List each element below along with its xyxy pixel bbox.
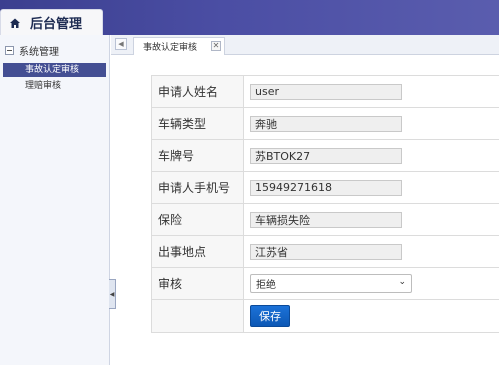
review-select-value: 拒绝 <box>256 280 276 291</box>
vehicle-type-field[interactable] <box>250 115 402 132</box>
field-label: 车牌号 <box>151 140 244 171</box>
home-icon <box>9 17 21 29</box>
review-form: 申请人姓名 车辆类型 车牌号 申请人手机号 保险 出事地点 审核 拒绝 ⌄ 保存 <box>151 75 499 333</box>
app-title: 后台管理 <box>30 17 83 32</box>
sidebar-toggle-handle[interactable]: ◀ <box>109 279 116 309</box>
top-header: 后台管理 <box>0 0 499 35</box>
field-label: 申请人手机号 <box>151 172 244 203</box>
form-row-plate-number: 车牌号 <box>151 139 499 171</box>
save-button[interactable]: 保存 <box>250 305 290 327</box>
collapse-icon[interactable] <box>5 45 14 55</box>
phone-field[interactable] <box>250 179 402 196</box>
field-label: 车辆类型 <box>151 108 244 139</box>
form-row-applicant-name: 申请人姓名 <box>151 75 499 107</box>
home-tab[interactable]: 后台管理 <box>0 9 103 35</box>
sidebar-item-accident-review[interactable]: 事故认定审核 <box>3 63 106 77</box>
tab-accident-review[interactable]: 事故认定审核 ✕ <box>133 37 225 55</box>
field-label: 申请人姓名 <box>151 76 244 107</box>
tab-label: 事故认定审核 <box>143 43 198 53</box>
form-row-insurance: 保险 <box>151 203 499 235</box>
sidebar-group-system[interactable]: 系统管理 <box>0 37 109 63</box>
form-row-vehicle-type: 车辆类型 <box>151 107 499 139</box>
form-row-phone: 申请人手机号 <box>151 171 499 203</box>
tab-scroll-left-icon[interactable]: ◀ <box>115 38 127 50</box>
chevron-down-icon: ⌄ <box>398 277 406 287</box>
location-field[interactable] <box>250 243 402 260</box>
form-row-location: 出事地点 <box>151 235 499 267</box>
sidebar-group-label: 系统管理 <box>19 46 59 58</box>
field-label: 审核 <box>151 268 244 299</box>
tab-strip: ◀ 事故认定审核 ✕ <box>111 35 499 55</box>
close-icon[interactable]: ✕ <box>211 41 221 51</box>
form-row-review: 审核 拒绝 ⌄ <box>151 267 499 299</box>
insurance-field[interactable] <box>250 211 402 228</box>
form-row-actions: 保存 <box>151 299 499 333</box>
empty-label-cell <box>151 300 244 332</box>
plate-number-field[interactable] <box>250 147 402 164</box>
review-select[interactable]: 拒绝 ⌄ <box>250 274 412 293</box>
sidebar-item-claim-review[interactable]: 理赔审核 <box>3 79 106 93</box>
applicant-name-field[interactable] <box>250 83 402 100</box>
sidebar: 系统管理 事故认定审核 理赔审核 <box>0 35 110 365</box>
field-label: 保险 <box>151 204 244 235</box>
field-label: 出事地点 <box>151 236 244 267</box>
